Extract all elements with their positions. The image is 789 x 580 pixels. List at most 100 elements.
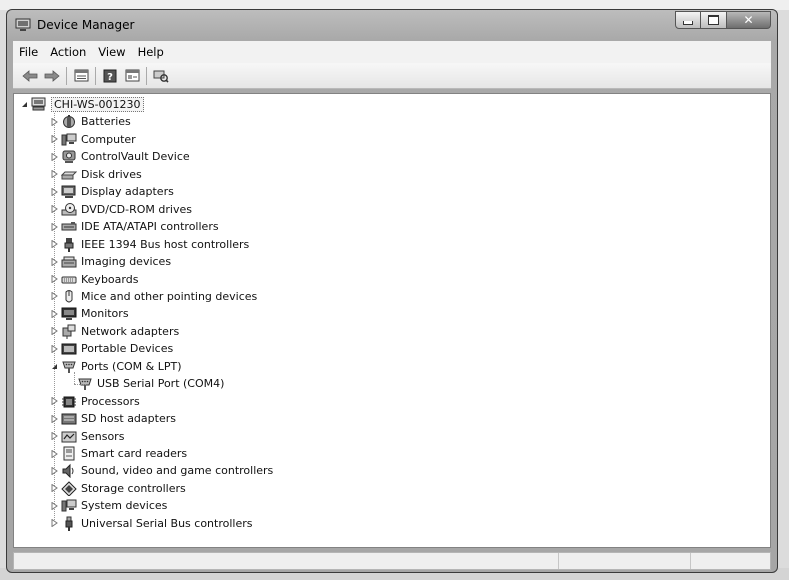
- tree-category[interactable]: SD host adapters: [50, 410, 176, 427]
- tree-connector-line: [74, 384, 86, 386]
- tree-node-label: Universal Serial Bus controllers: [81, 516, 253, 530]
- expand-arrow-icon[interactable]: [50, 222, 59, 231]
- tree-category[interactable]: Sensors: [50, 428, 124, 445]
- scan-hardware-icon: [153, 70, 169, 83]
- tree-category[interactable]: IEEE 1394 Bus host controllers: [50, 236, 249, 253]
- menu-file[interactable]: File: [13, 45, 44, 59]
- minimize-icon: [683, 21, 693, 25]
- expand-arrow-icon[interactable]: [50, 205, 59, 214]
- expand-arrow-icon[interactable]: [50, 117, 59, 126]
- collapse-arrow-icon[interactable]: [50, 362, 59, 371]
- expand-arrow-icon[interactable]: [50, 152, 59, 161]
- expand-arrow-icon[interactable]: [50, 275, 59, 284]
- status-bar: [13, 552, 771, 570]
- tree-category[interactable]: IDE ATA/ATAPI controllers: [50, 218, 219, 235]
- expand-arrow-icon[interactable]: [50, 432, 59, 441]
- tree-category[interactable]: Sound, video and game controllers: [50, 462, 273, 479]
- maximize-icon: [708, 15, 719, 25]
- tree-device[interactable]: USB Serial Port (COM4): [66, 375, 224, 392]
- expand-arrow-icon[interactable]: [50, 414, 59, 423]
- close-button[interactable]: ✕: [727, 11, 771, 29]
- menu-view[interactable]: View: [92, 45, 131, 59]
- tree-category[interactable]: ControlVault Device: [50, 148, 190, 165]
- sensor-icon: [61, 429, 77, 444]
- expand-arrow-icon[interactable]: [50, 449, 59, 458]
- expand-arrow-icon[interactable]: [50, 484, 59, 493]
- tree-category[interactable]: Smart card readers: [50, 445, 187, 462]
- menu-help[interactable]: Help: [132, 45, 170, 59]
- tree-node-label: Keyboards: [81, 272, 139, 286]
- computer-root-icon: [31, 97, 47, 112]
- properties-button[interactable]: [70, 66, 92, 86]
- back-arrow-icon: [22, 69, 38, 82]
- tree-category[interactable]: Mice and other pointing devices: [50, 288, 257, 305]
- toolbar-separator: [95, 66, 96, 85]
- tree-node-label: CHI-WS-001230: [51, 97, 144, 112]
- tree-category[interactable]: Processors: [50, 393, 140, 410]
- speaker-icon: [61, 463, 77, 479]
- tree-node-label: IEEE 1394 Bus host controllers: [81, 237, 250, 251]
- expand-arrow-icon[interactable]: [50, 327, 59, 336]
- expand-arrow-icon[interactable]: [50, 170, 59, 179]
- tree-category[interactable]: Ports (COM & LPT): [50, 358, 182, 375]
- expand-arrow-icon[interactable]: [50, 187, 59, 196]
- tree-node-label: DVD/CD-ROM drives: [81, 202, 192, 216]
- tree-category[interactable]: Disk drives: [50, 166, 142, 183]
- maximize-button[interactable]: [701, 11, 727, 29]
- tree-category[interactable]: Imaging devices: [50, 253, 171, 270]
- tree-node-label: USB Serial Port (COM4): [97, 377, 225, 391]
- tree-category[interactable]: Computer: [50, 131, 136, 148]
- expand-arrow-icon[interactable]: [50, 519, 59, 528]
- console-tree-button[interactable]: [121, 66, 143, 86]
- tree-node-label: Batteries: [81, 115, 131, 129]
- forward-button[interactable]: [41, 66, 63, 86]
- menu-action[interactable]: Action: [44, 45, 92, 59]
- window-title: Device Manager: [37, 18, 135, 32]
- tree-category[interactable]: DVD/CD-ROM drives: [50, 201, 192, 218]
- device-manager-app-icon: [15, 18, 31, 32]
- firewire-plug-icon: [61, 237, 77, 252]
- tree-category[interactable]: Batteries: [50, 113, 131, 130]
- expand-arrow-icon[interactable]: [50, 501, 59, 510]
- collapse-arrow-icon[interactable]: [20, 100, 29, 109]
- device-tree[interactable]: CHI-WS-001230 Batteries Computer ControlVau…: [13, 93, 771, 548]
- tree-category[interactable]: Monitors: [50, 305, 129, 322]
- tree-category[interactable]: Storage controllers: [50, 480, 186, 497]
- tree-node-label: ControlVault Device: [81, 150, 190, 164]
- help-button[interactable]: ?: [99, 66, 121, 86]
- scan-hardware-button[interactable]: [150, 66, 172, 86]
- minimize-button[interactable]: [675, 11, 701, 29]
- expand-arrow-icon[interactable]: [50, 257, 59, 266]
- tree-node-label: Ports (COM & LPT): [81, 359, 182, 373]
- console-tree-icon: [125, 69, 139, 82]
- tree-node-label: IDE ATA/ATAPI controllers: [81, 220, 219, 234]
- tree-connector-line: [74, 371, 75, 385]
- ide-controller-icon: [61, 219, 77, 234]
- expand-arrow-icon[interactable]: [50, 397, 59, 406]
- keyboard-icon: [61, 272, 77, 287]
- expand-arrow-icon[interactable]: [50, 292, 59, 301]
- computer-icon: [61, 132, 77, 147]
- expand-arrow-icon[interactable]: [50, 309, 59, 318]
- tree-category[interactable]: Keyboards: [50, 271, 138, 288]
- tree-category[interactable]: Portable Devices: [50, 340, 173, 357]
- tree-category[interactable]: System devices: [50, 497, 167, 514]
- title-bar[interactable]: Device Manager ✕: [7, 10, 777, 40]
- expand-arrow-icon[interactable]: [50, 344, 59, 353]
- mouse-icon: [61, 289, 77, 304]
- tree-category[interactable]: Universal Serial Bus controllers: [50, 515, 252, 532]
- tree-category[interactable]: Display adapters: [50, 183, 174, 200]
- disk-drive-icon: [61, 167, 77, 182]
- display-adapter-icon: [61, 184, 77, 199]
- back-button[interactable]: [19, 66, 41, 86]
- tree-category[interactable]: Network adapters: [50, 323, 179, 340]
- caption-buttons: ✕: [675, 11, 771, 31]
- expand-arrow-icon[interactable]: [50, 135, 59, 144]
- status-divider: [558, 553, 559, 569]
- tree-node-label: Imaging devices: [81, 255, 172, 269]
- expand-arrow-icon[interactable]: [50, 240, 59, 249]
- expand-arrow-icon[interactable]: [50, 466, 59, 475]
- tree-root-node[interactable]: CHI-WS-001230: [20, 96, 144, 113]
- tree-node-label: Display adapters: [81, 185, 174, 199]
- portable-device-icon: [61, 341, 77, 356]
